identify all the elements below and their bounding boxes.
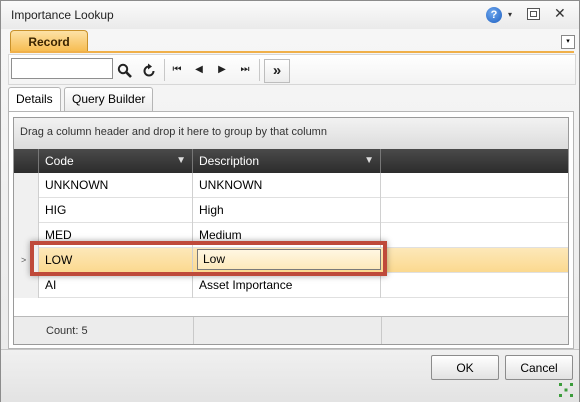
window-title: Importance Lookup <box>11 8 114 22</box>
table-row[interactable]: AI Asset Importance <box>14 273 568 298</box>
more-commands-icon[interactable]: » <box>264 59 290 83</box>
ribbon-divider <box>10 51 574 53</box>
cell-description[interactable]: Asset Importance <box>193 273 381 298</box>
first-record-icon[interactable]: ⏮ <box>169 59 185 81</box>
toolbar-separator <box>259 59 260 81</box>
table-row[interactable]: HIG High <box>14 198 568 223</box>
summary-divider <box>193 317 194 344</box>
help-dropdown-icon[interactable]: ▾ <box>508 10 512 19</box>
group-by-panel[interactable]: Drag a column header and drop it here to… <box>14 118 568 149</box>
filter-icon[interactable]: ▼ <box>364 149 374 173</box>
selection-highlight-box <box>30 241 387 276</box>
cell-code[interactable]: HIG <box>39 198 193 223</box>
current-row-arrow-icon: > <box>21 255 27 265</box>
row-indicator-header <box>14 149 39 173</box>
summary-divider <box>381 317 382 344</box>
last-record-icon[interactable]: ⏭ <box>237 59 253 81</box>
record-ribbon-tab[interactable]: Record <box>10 30 88 53</box>
column-header-description-label: Description <box>199 154 260 168</box>
grid-summary-row: Count: 5 <box>14 316 568 344</box>
group-by-hint: Drag a column header and drop it here to… <box>20 126 327 138</box>
row-indicator[interactable] <box>14 198 39 223</box>
search-input[interactable] <box>11 58 113 79</box>
search-icon[interactable] <box>115 59 135 81</box>
tab-details[interactable]: Details <box>8 87 61 112</box>
tab-query-builder[interactable]: Query Builder <box>64 87 154 111</box>
detail-tabs: Details Query Builder <box>8 87 574 112</box>
filter-icon[interactable]: ▼ <box>176 149 186 173</box>
cell-code[interactable]: UNKNOWN <box>39 173 193 198</box>
column-header-code[interactable]: Code ▼ <box>39 149 193 173</box>
ribbon-collapse-icon[interactable]: ▾ <box>561 35 575 49</box>
row-indicator[interactable] <box>14 273 39 298</box>
cancel-button[interactable]: Cancel <box>505 355 573 380</box>
record-toolbar: ⏮ ◀ ▶ ⏭ » <box>8 54 576 85</box>
column-header-description[interactable]: Description ▼ <box>193 149 381 173</box>
ok-button[interactable]: OK <box>431 355 499 380</box>
previous-record-icon[interactable]: ◀ <box>192 59 206 81</box>
details-panel: Drag a column header and drop it here to… <box>8 111 574 349</box>
next-record-icon[interactable]: ▶ <box>215 59 229 81</box>
table-row[interactable]: UNKNOWN UNKNOWN <box>14 173 568 198</box>
title-bar: Importance Lookup ? ▾ ✕ <box>1 1 579 29</box>
help-icon[interactable]: ? <box>486 7 502 23</box>
dialog-button-bar: OK Cancel <box>1 349 579 402</box>
close-icon[interactable]: ✕ <box>554 5 566 22</box>
row-count: Count: 5 <box>46 325 88 337</box>
column-header-code-label: Code <box>45 154 74 168</box>
refresh-icon[interactable] <box>139 59 159 81</box>
cell-description[interactable]: High <box>193 198 381 223</box>
cell-code[interactable]: AI <box>39 273 193 298</box>
lookup-grid: Drag a column header and drop it here to… <box>13 117 569 345</box>
grid-header: Code ▼ Description ▼ <box>14 149 568 173</box>
toolbar-separator <box>164 59 165 81</box>
cell-description[interactable]: UNKNOWN <box>193 173 381 198</box>
restore-icon[interactable] <box>527 8 540 20</box>
resize-grip-icon[interactable] <box>558 382 574 398</box>
importance-lookup-window: Importance Lookup ? ▾ ✕ Record ▾ ⏮ ◀ ▶ ⏭… <box>0 0 580 402</box>
row-indicator[interactable] <box>14 173 39 198</box>
record-tab-label: Record <box>28 35 70 49</box>
